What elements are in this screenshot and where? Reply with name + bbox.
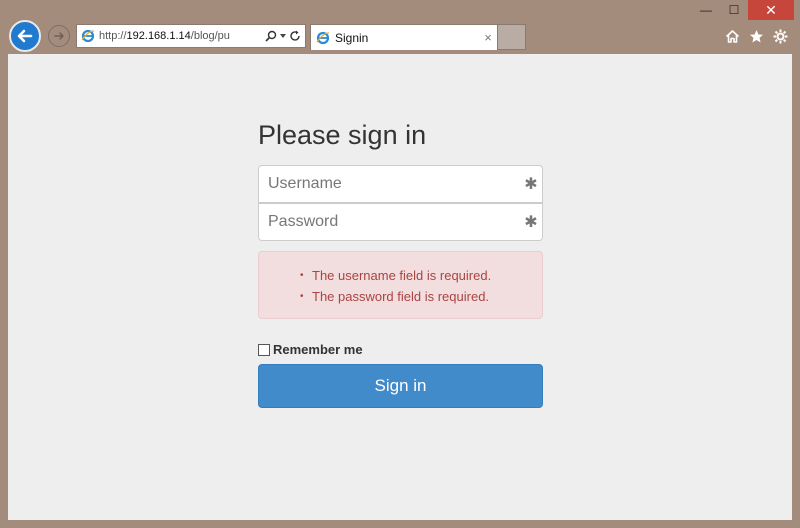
page-content: Please sign in ✱ ✱ The username field is… xyxy=(8,54,792,520)
address-url: http://192.168.1.14/blog/pu xyxy=(99,30,265,42)
favorites-star-icon[interactable] xyxy=(748,28,764,44)
forward-button[interactable] xyxy=(48,25,70,47)
ie-icon xyxy=(316,31,330,44)
required-asterisk-icon: ✱ xyxy=(524,214,538,231)
restore-button[interactable]: ☐ xyxy=(720,0,748,20)
back-button[interactable] xyxy=(9,20,41,52)
remember-me-checkbox[interactable] xyxy=(258,343,270,356)
refresh-icon[interactable] xyxy=(289,30,301,42)
sign-in-button[interactable]: Sign in xyxy=(258,364,543,408)
navigation-bar: http://192.168.1.14/blog/pu Signin × xyxy=(0,18,800,54)
search-icon[interactable] xyxy=(265,30,277,42)
url-scheme: http:// xyxy=(99,30,127,42)
address-tools xyxy=(265,30,305,42)
tab-title: Signin xyxy=(335,30,369,45)
gear-icon[interactable] xyxy=(772,28,788,44)
username-input[interactable] xyxy=(259,166,522,202)
minimize-button[interactable]: — xyxy=(692,0,720,20)
address-bar[interactable]: http://192.168.1.14/blog/pu xyxy=(76,24,306,48)
browser-window: — ☐ ✕ http://192.168.1.14/blog/pu Signin… xyxy=(0,0,800,528)
dropdown-arrow-icon[interactable] xyxy=(279,32,287,40)
home-icon[interactable] xyxy=(724,28,740,44)
tab-close-icon[interactable]: × xyxy=(479,30,497,45)
page-title: Please sign in xyxy=(258,120,427,150)
remember-me-label: Remember me xyxy=(273,342,363,357)
url-host: 192.168.1.14 xyxy=(126,30,191,42)
username-field: ✱ xyxy=(258,165,543,203)
new-tab-button[interactable] xyxy=(498,24,526,50)
password-input[interactable] xyxy=(259,204,522,240)
back-arrow-icon xyxy=(17,29,33,43)
ie-icon xyxy=(81,29,95,43)
url-path: /blog/pu xyxy=(190,30,230,42)
required-asterisk-icon: ✱ xyxy=(524,176,538,193)
password-field: ✱ xyxy=(258,203,543,241)
browser-tools xyxy=(724,28,788,44)
forward-arrow-icon xyxy=(54,32,64,40)
error-message: The username field is required. xyxy=(300,265,542,286)
remember-me[interactable]: Remember me xyxy=(258,342,363,357)
error-message: The password field is required. xyxy=(300,286,542,307)
validation-errors: The username field is required. The pass… xyxy=(258,251,543,319)
tab-signin[interactable]: Signin × xyxy=(310,24,498,50)
error-list: The username field is required. The pass… xyxy=(259,252,542,307)
close-window-button[interactable]: ✕ xyxy=(748,0,794,20)
